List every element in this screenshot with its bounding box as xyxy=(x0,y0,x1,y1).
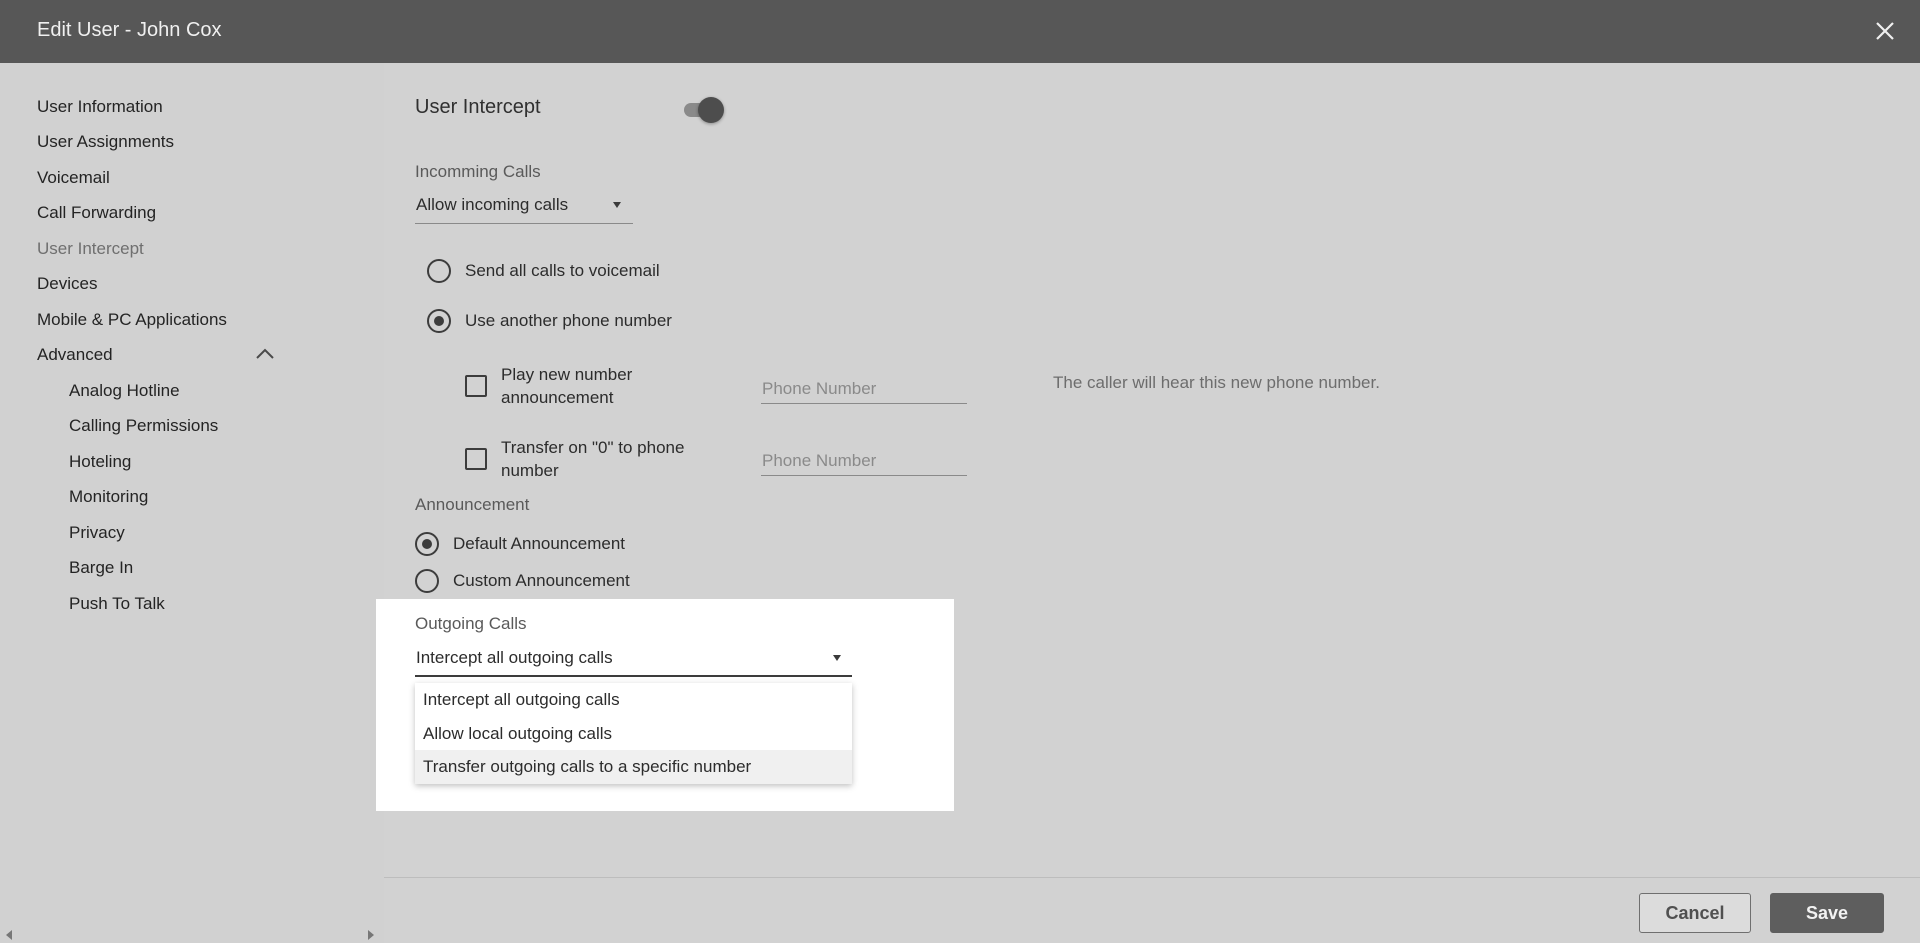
save-button[interactable]: Save xyxy=(1770,893,1884,933)
transfer-zero-label-line2: number xyxy=(501,461,559,480)
option-transfer-outgoing-specific[interactable]: Transfer outgoing calls to a specific nu… xyxy=(415,750,852,784)
new-number-hint: The caller will hear this new phone numb… xyxy=(1053,373,1380,392)
radio-custom-announcement[interactable] xyxy=(415,569,439,593)
play-new-number-checkbox[interactable] xyxy=(465,375,487,397)
close-icon[interactable] xyxy=(1868,14,1902,48)
play-new-number-phone-input[interactable] xyxy=(761,368,967,404)
play-new-number-label-line1: Play new number xyxy=(501,365,633,384)
sidebar-subitem-analog-hotline[interactable]: Analog Hotline xyxy=(69,381,180,401)
user-intercept-toggle[interactable] xyxy=(682,95,726,125)
dialog-title: Edit User - John Cox xyxy=(37,19,222,41)
announcement-label: Announcement xyxy=(415,495,530,514)
sidebar-item-user-information[interactable]: User Information xyxy=(37,97,163,117)
sidebar-subitem-push-to-talk[interactable]: Push To Talk xyxy=(69,594,165,614)
page-title: User Intercept xyxy=(415,96,541,118)
use-another-number-label: Use another phone number xyxy=(465,311,672,330)
transfer-zero-phone-input[interactable] xyxy=(761,440,967,476)
sidebar-subitem-privacy[interactable]: Privacy xyxy=(69,523,125,543)
radio-default-announcement[interactable] xyxy=(415,532,439,556)
outgoing-calls-select[interactable]: Intercept all outgoing calls xyxy=(415,642,852,677)
sidebar-item-mobile-pc-applications[interactable]: Mobile & PC Applications xyxy=(37,310,227,330)
sidebar-item-call-forwarding[interactable]: Call Forwarding xyxy=(37,203,156,223)
sidebar-item-advanced[interactable]: Advanced xyxy=(37,345,113,365)
chevron-up-icon[interactable] xyxy=(254,346,276,362)
send-all-voicemail-label: Send all calls to voicemail xyxy=(465,261,660,280)
option-intercept-all-outgoing[interactable]: Intercept all outgoing calls xyxy=(415,683,852,717)
sidebar-subitem-monitoring[interactable]: Monitoring xyxy=(69,487,148,507)
dialog-footer: Cancel Save xyxy=(384,877,1920,943)
sidebar: User Information User Assignments Voicem… xyxy=(0,63,384,943)
sidebar-subitem-calling-permissions[interactable]: Calling Permissions xyxy=(69,416,218,436)
caret-down-icon xyxy=(613,202,621,208)
sidebar-subitem-hoteling[interactable]: Hoteling xyxy=(69,452,131,472)
outgoing-calls-label: Outgoing Calls xyxy=(415,614,527,633)
sidebar-item-user-intercept[interactable]: User Intercept xyxy=(37,239,144,259)
scroll-right-icon[interactable] xyxy=(368,930,374,940)
play-new-number-label-line2: announcement xyxy=(501,388,614,407)
cancel-button[interactable]: Cancel xyxy=(1639,893,1751,933)
incoming-calls-label: Incomming Calls xyxy=(415,162,541,181)
outgoing-calls-dropdown: Intercept all outgoing calls Allow local… xyxy=(415,683,852,784)
caret-down-icon xyxy=(833,655,841,661)
default-announcement-label: Default Announcement xyxy=(453,534,626,553)
radio-use-another-number[interactable] xyxy=(427,309,451,333)
outgoing-calls-value: Intercept all outgoing calls xyxy=(416,648,613,667)
option-allow-local-outgoing[interactable]: Allow local outgoing calls xyxy=(415,717,852,751)
sidebar-item-voicemail[interactable]: Voicemail xyxy=(37,168,110,188)
incoming-calls-select[interactable]: Allow incoming calls xyxy=(415,189,633,224)
sidebar-item-devices[interactable]: Devices xyxy=(37,274,97,294)
incoming-calls-value: Allow incoming calls xyxy=(416,195,569,214)
transfer-zero-label-line1: Transfer on "0" to phone xyxy=(501,438,685,457)
sidebar-item-user-assignments[interactable]: User Assignments xyxy=(37,132,174,152)
custom-announcement-label: Custom Announcement xyxy=(453,571,630,590)
transfer-zero-checkbox[interactable] xyxy=(465,448,487,470)
radio-send-all-voicemail[interactable] xyxy=(427,259,451,283)
main-content: User Intercept Incomming Calls Allow inc… xyxy=(376,63,1920,877)
toggle-knob xyxy=(698,97,724,123)
scroll-left-icon[interactable] xyxy=(6,930,12,940)
dialog-header: Edit User - John Cox xyxy=(0,0,1920,63)
sidebar-subitem-barge-in[interactable]: Barge In xyxy=(69,558,133,578)
sidebar-horizontal-scrollbar[interactable] xyxy=(0,927,384,943)
